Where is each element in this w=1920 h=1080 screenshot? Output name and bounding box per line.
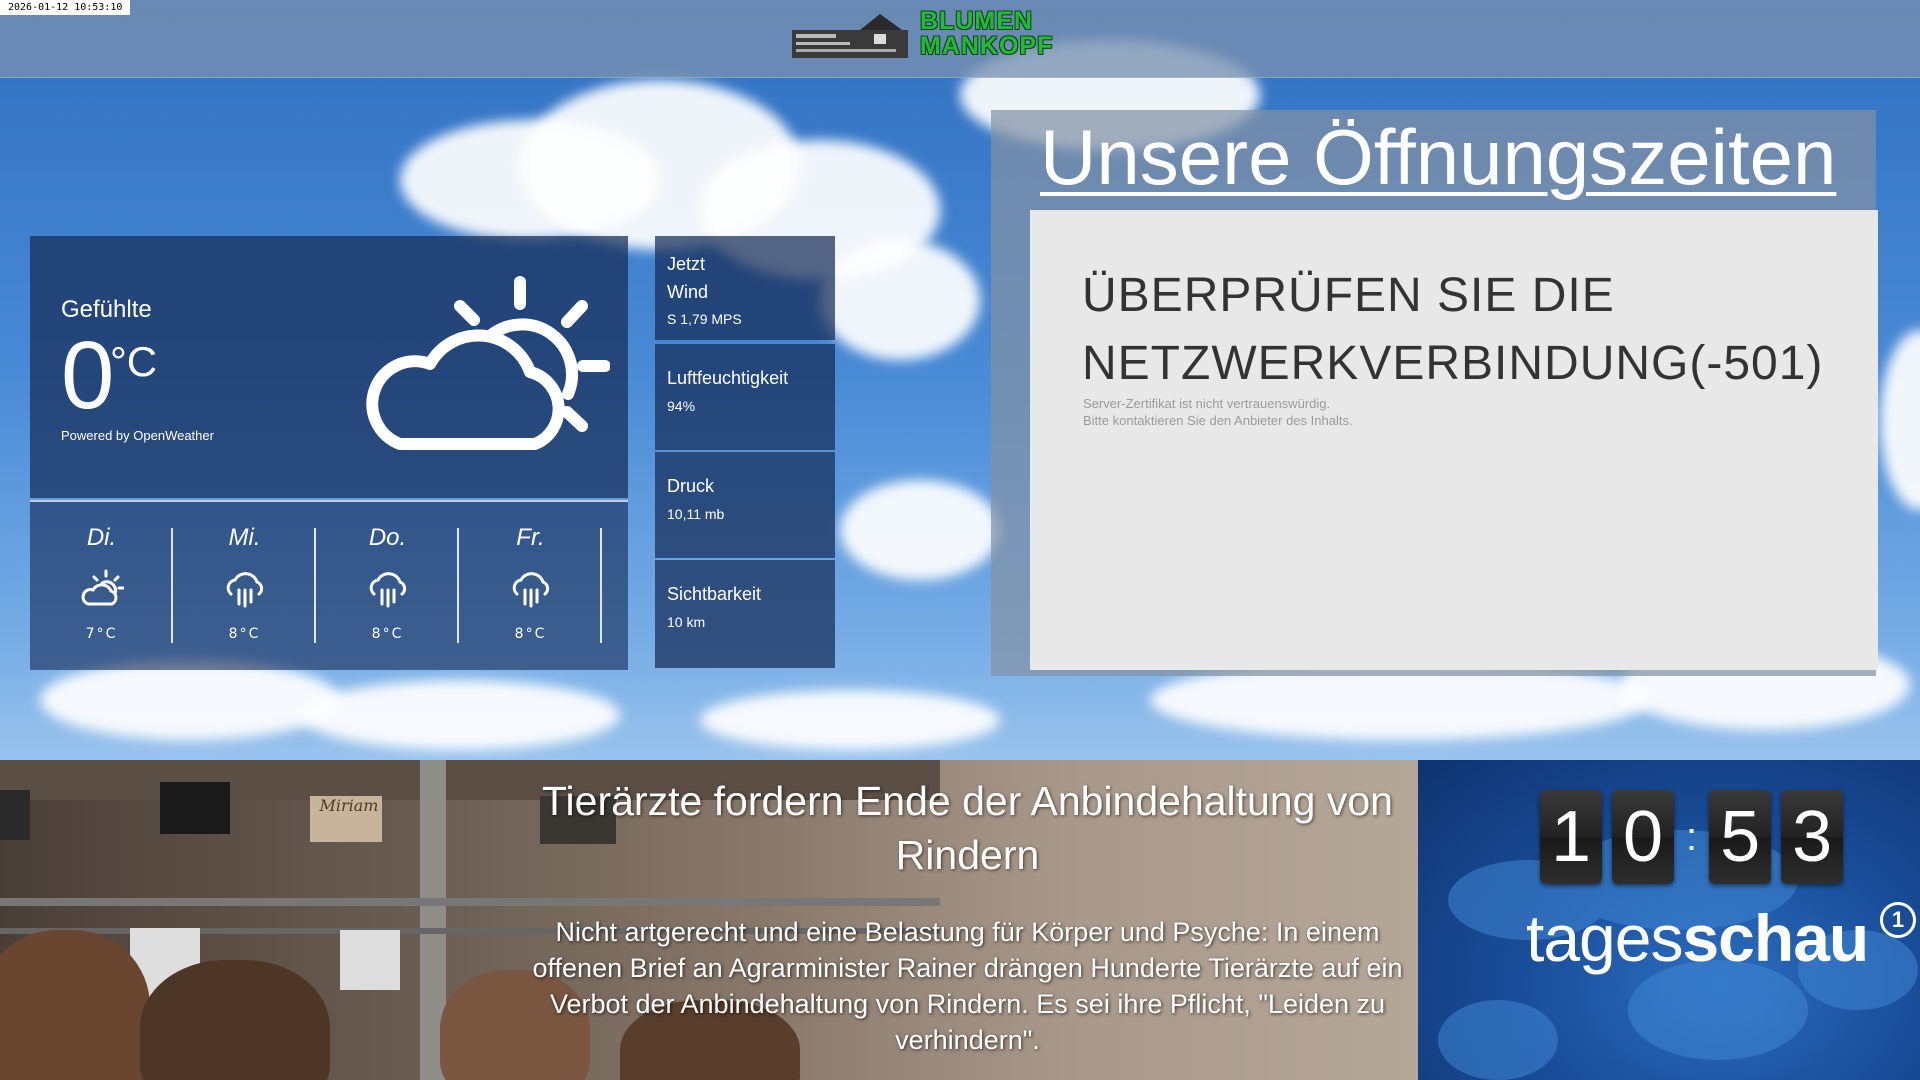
powered-by-label: Powered by OpenWeather [61,428,214,443]
logo-line-1: BLUMEN [920,7,1033,35]
error-line-2: NETZWERKVERBINDUNG(-501) [1082,337,1824,390]
forecast-day: Do. 8°C [316,502,459,670]
weather-current-panel: Gefühlte 0 °C Powered by OpenWeather [30,236,628,498]
current-temperature: 0 [61,322,115,429]
feels-like-label: Gefühlte [61,296,152,323]
forecast-strip: Di. 7°C Mi. 8°C Do. 8°C Fr. 8°C [30,500,628,670]
temperature-unit: °C [110,338,158,385]
forecast-day-name: Mi. [228,524,261,551]
clock-digit: 5 [1709,790,1772,884]
stat-now-label: Jetzt [667,254,706,274]
logo-text: BLUMEN MANKOPF [920,9,1053,59]
error-details: Server-Zertifikat ist nicht vertrauenswü… [1083,395,1353,429]
error-detail-2: Bitte kontaktieren Sie den Anbieter des … [1083,413,1353,428]
forecast-temp: 8°C [228,626,261,642]
stat-wind-label: Wind [667,282,709,302]
company-logo: BLUMEN MANKOPF [790,8,1053,60]
stat-humidity: Luftfeuchtigkeit 94% [655,344,835,450]
clock-separator: : [1686,814,1698,859]
channel-one-icon: 1 [1880,902,1916,938]
stat-wind: Jetzt Wind S 1,79 MPS [655,236,835,340]
stat-visibility: Sichtbarkeit 10 km [655,560,835,668]
partly-cloudy-day-icon [80,568,125,612]
stat-humidity-label: Luftfeuchtigkeit [667,368,789,388]
forecast-temp: 8°C [514,626,547,642]
house-logo-icon [790,8,910,60]
clock-digit: 1 [1540,790,1602,884]
network-error-message: ÜBERPRÜFEN SIE DIE NETZWERKVERBINDUNG(-5… [1082,262,1823,398]
news-panel: Miriam Tierärzte fordern Ende der Anbind… [0,760,1418,1080]
forecast-temp: 7°C [85,626,118,642]
stat-pressure-label: Druck [667,476,715,496]
flip-clock: 1 0 : 5 3 [1540,790,1844,884]
news-headline: Tierärzte fordern Ende der Anbindehaltun… [542,778,1393,878]
stat-visibility-label: Sichtbarkeit [667,584,762,604]
clock-digit: 0 [1612,790,1674,884]
error-line-1: ÜBERPRÜFEN SIE DIE [1082,269,1615,322]
stat-wind-value: S 1,79 MPS [667,311,742,327]
opening-hours-title: Unsere Öffnungszeiten [1040,113,1837,201]
logo-line-2: MANKOPF [920,32,1054,60]
header-bar: BLUMEN MANKOPF [0,0,1920,78]
sign-miriam: Miriam [319,796,379,815]
error-detail-1: Server-Zertifikat ist nicht vertrauenswü… [1083,396,1331,411]
forecast-day-name: Fr. [516,524,545,551]
logo-bold-text: schau [1682,901,1869,975]
forecast-day-name: Di. [86,524,117,551]
tagesschau-panel: 1 0 : 5 3 tagesschau 1 [1418,760,1920,1080]
forecast-divider [600,528,602,643]
stat-pressure: Druck 10,11 mb [655,452,835,558]
forecast-temp: 8°C [371,626,404,642]
forecast-day: Di. 7°C [30,502,173,670]
rain-cloud-icon [366,568,410,612]
tagesschau-logo: tagesschau [1526,900,1869,976]
news-body: Nicht artgerecht und eine Belastung für … [532,917,1403,1055]
logo-light-text: tages [1526,901,1683,975]
forecast-day: Mi. 8°C [173,502,316,670]
rain-cloud-icon [223,568,267,612]
forecast-day: Fr. 8°C [459,502,602,670]
rain-cloud-icon [509,568,553,612]
timestamp-overlay: 2026-01-12 10:53:10 [0,0,131,15]
forecast-day-name: Do. [368,524,407,551]
partly-cloudy-day-icon [330,254,611,468]
stat-humidity-value: 94% [667,398,696,414]
clock-digit: 3 [1781,790,1844,884]
opening-hours-content: ÜBERPRÜFEN SIE DIE NETZWERKVERBINDUNG(-5… [1030,210,1878,670]
stat-visibility-value: 10 km [667,614,706,630]
stat-pressure-value: 10,11 mb [667,506,725,522]
